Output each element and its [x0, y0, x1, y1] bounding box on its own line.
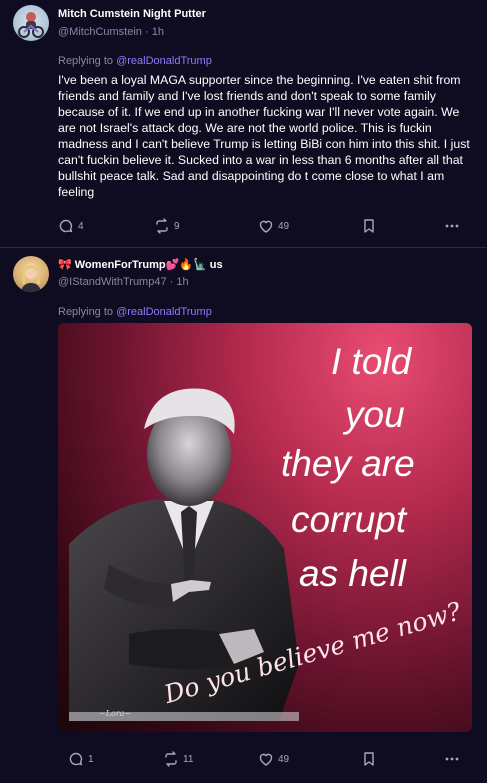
image-signature: ~Lora~	[99, 709, 132, 718]
reply-prefix: Replying to	[58, 306, 117, 318]
like-button[interactable]: 49	[258, 218, 289, 234]
separator-dot: ·	[144, 26, 152, 38]
repost-icon	[156, 218, 168, 234]
author-handle[interactable]: @MitchCumstein	[58, 26, 142, 38]
more-icon	[445, 757, 459, 761]
name-suffix-text: us	[209, 259, 223, 271]
heart-icon	[259, 753, 273, 766]
overlay-line-3: they are	[281, 443, 415, 484]
reply-mention-link[interactable]: @realDonaldTrump	[116, 306, 212, 318]
motorcycle-icon	[18, 12, 44, 38]
like-count: 49	[278, 220, 290, 232]
name-suffix-emoji: 💕🔥🗽	[165, 259, 207, 271]
bookmark-button[interactable]	[361, 751, 377, 767]
overlay-line-2: you	[345, 394, 405, 435]
avatar-photo-icon	[21, 263, 41, 292]
overlay-line-4: corrupt	[291, 499, 407, 540]
author-name-line[interactable]: 🎀 WomenForTrump💕🔥🗽 us	[58, 258, 223, 271]
reply-line: Replying to @realDonaldTrump	[58, 55, 212, 67]
post-1[interactable]: Mitch Cumstein Night Putter @MitchCumste…	[0, 0, 487, 248]
repost-icon	[165, 751, 177, 767]
like-button[interactable]: 49	[258, 751, 289, 767]
overlay-line-5: as hell	[299, 553, 406, 594]
more-button[interactable]	[444, 218, 460, 234]
like-count: 49	[278, 753, 290, 765]
repost-count: 9	[174, 220, 180, 232]
bookmark-icon	[364, 219, 374, 233]
bookmark-button[interactable]	[361, 218, 377, 234]
more-button[interactable]	[444, 751, 460, 767]
more-icon	[445, 224, 459, 228]
reply-icon	[59, 219, 73, 233]
post-body: I've been a loyal MAGA supporter since t…	[58, 73, 470, 199]
bookmark-icon	[364, 752, 374, 766]
reply-icon	[69, 752, 83, 766]
reply-button[interactable]: 4	[58, 218, 84, 234]
repost-count: 11	[183, 753, 194, 765]
name-prefix-emoji: 🎀	[58, 259, 72, 271]
author-handle-line: @MitchCumstein · 1h	[58, 26, 164, 38]
post-image[interactable]: I told you they are corrupt as hell Do y…	[58, 323, 472, 732]
post-actions: 1 11 49	[58, 751, 468, 771]
author-handle[interactable]: @IStandWithTrump47	[58, 276, 167, 288]
repost-button[interactable]: 11	[163, 751, 193, 767]
repost-button[interactable]: 9	[154, 218, 180, 234]
post-actions: 4 9 49	[58, 218, 468, 238]
post-2[interactable]: 🎀 WomenForTrump💕🔥🗽 us @IStandWithTrump47…	[0, 248, 487, 783]
avatar[interactable]	[13, 256, 49, 292]
reply-prefix: Replying to	[58, 55, 117, 67]
reply-mention-link[interactable]: @realDonaldTrump	[116, 55, 212, 67]
overlay-line-1: I told	[331, 341, 412, 382]
image-frame: I told you they are corrupt as hell Do y…	[69, 334, 464, 721]
reply-line: Replying to @realDonaldTrump	[58, 306, 212, 318]
post-time: 1h	[176, 276, 189, 288]
avatar[interactable]	[13, 5, 49, 41]
author-name[interactable]: WomenForTrump	[75, 259, 166, 271]
heart-icon	[259, 220, 273, 233]
author-handle-line: @IStandWithTrump47 · 1h	[58, 276, 189, 288]
reply-button[interactable]: 1	[68, 751, 94, 767]
author-name[interactable]: Mitch Cumstein Night Putter	[58, 8, 206, 20]
reply-count: 4	[78, 220, 84, 232]
post-time: 1h	[151, 26, 164, 38]
reply-count: 1	[88, 753, 94, 765]
